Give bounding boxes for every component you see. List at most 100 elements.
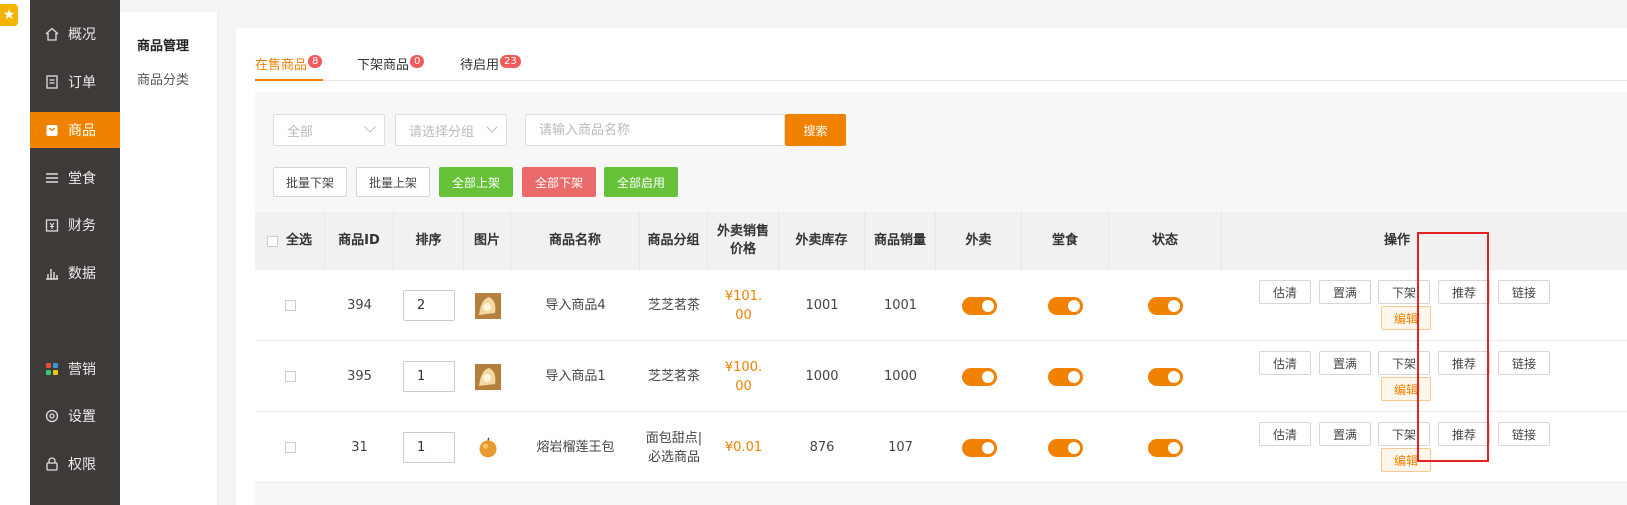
cell-price: ¥0.01 [708,412,779,483]
takeout-toggle[interactable] [961,438,997,457]
left-strip: ★ [0,0,30,505]
product-thumbnail [474,363,501,390]
sidebar-item-data[interactable]: 数据 [30,255,120,291]
sidebar-item-products[interactable]: 商品 [30,112,120,148]
off-shelf-button[interactable]: 下架 [1378,351,1430,375]
dine-in-toggle[interactable] [1048,296,1083,315]
tab-label: 下架商品 [357,58,410,73]
sidebar-item-orders[interactable]: 订单 [30,64,120,100]
sort-input[interactable]: 1 [403,361,455,392]
all-enable-button[interactable]: 全部启用 [604,167,678,197]
table-row: 31 1 熔岩榴莲王包 面包甜点| 必选商品 ¥0.01 876 107 估清 置满 下架 推荐 链接编… [255,412,1627,483]
off-shelf-button[interactable]: 下架 [1378,422,1430,446]
cell-name: 导入商品1 [511,341,640,412]
tab-off-shelf[interactable]: 下架商品 0 [357,48,427,81]
sidebar-item-label: 概况 [68,27,96,43]
group-select[interactable]: 请选择分组 [395,114,507,146]
header-id: 商品ID [325,212,394,270]
sold-out-button[interactable]: 估清 [1259,422,1311,446]
cell-name: 导入商品4 [511,270,640,341]
cell-id: 395 [325,341,394,412]
sidebar-item-label: 订单 [68,75,96,91]
status-toggle[interactable] [1148,296,1183,315]
link-button[interactable]: 链接 [1498,280,1550,304]
bar-chart-icon [44,265,60,281]
select-all-checkbox[interactable] [266,235,278,247]
cell-sales: 1001 [865,270,936,341]
edit-button[interactable]: 编辑 [1381,306,1431,330]
sidebar-item-overview[interactable]: 概况 [30,16,120,52]
home-icon [44,26,60,42]
select-value: 全部 [287,124,314,140]
status-select[interactable]: 全部 [273,114,385,146]
cell-price: ¥100. 00 [708,341,779,412]
sold-out-button[interactable]: 估清 [1259,280,1311,304]
group-line: 芝芝茗茶 [647,369,700,384]
link-button[interactable]: 链接 [1498,422,1550,446]
cell-sort: 1 [394,412,464,483]
star-icon[interactable]: ★ [0,4,18,26]
search-input[interactable] [525,114,785,146]
edit-button[interactable]: 编辑 [1381,377,1431,401]
header-sales: 商品销量 [865,212,936,270]
product-panel: 全部 请选择分组 搜索 批量下架 批量上架 全部上架 全部下架 全部启用 全选 [255,92,1627,505]
row-checkbox[interactable] [284,300,296,311]
sidebar-item-settings[interactable]: 设置 [30,398,120,434]
table-row: 394 2 导入商品4 芝芝茗茶 ¥101. 00 1001 1001 估清 置满 下架 推荐 链接 编辑 [255,270,1627,341]
recommend-button[interactable]: 推荐 [1438,422,1490,446]
link-button[interactable]: 链接 [1498,351,1550,375]
header-sort: 排序 [394,212,464,270]
sidebar-item-dine-in[interactable]: 堂食 [30,160,120,196]
price-line: ¥101. [724,288,763,304]
batch-on-shelf-button[interactable]: 批量上架 [356,167,430,197]
chevron-down-icon [364,121,376,133]
cell-image [464,412,511,483]
refill-button[interactable]: 置满 [1319,351,1371,375]
cell-dine-in [1022,412,1109,483]
product-thumbnail [474,292,501,319]
recommend-button[interactable]: 推荐 [1438,351,1490,375]
sort-input[interactable]: 2 [403,290,455,321]
dine-in-toggle[interactable] [1048,438,1083,457]
header-takeout: 外卖 [936,212,1022,270]
header-label: 外卖销售 [716,224,769,239]
sort-input[interactable]: 1 [403,432,455,463]
recommend-button[interactable]: 推荐 [1438,280,1490,304]
price-line: ¥100. [724,359,763,375]
sidebar-item-label: 堂食 [68,171,96,187]
tab-pending[interactable]: 待启用 23 [460,48,528,81]
group-line: 必选商品 [647,449,700,465]
batch-off-shelf-button[interactable]: 批量下架 [273,167,347,197]
cell-stock: 1000 [779,341,865,412]
edit-button[interactable]: 编辑 [1381,448,1431,472]
cell-sales: 1000 [865,341,936,412]
takeout-toggle[interactable] [961,367,997,386]
cell-status [1109,270,1222,341]
search-button[interactable]: 搜索 [785,114,846,146]
tab-on-sale[interactable]: 在售商品 8 [255,48,323,81]
refill-button[interactable]: 置满 [1319,422,1371,446]
cell-status [1109,341,1222,412]
cell-dine-in [1022,270,1109,341]
sidebar-item-marketing[interactable]: 营销 [30,351,120,387]
subnav-item-categories[interactable]: 商品分类 [137,69,189,88]
row-checkbox[interactable] [284,371,296,382]
sold-out-button[interactable]: 估清 [1259,351,1311,375]
sidebar-item-finance[interactable]: 财务 [30,207,120,243]
refill-button[interactable]: 置满 [1319,280,1371,304]
status-toggle[interactable] [1148,438,1183,457]
all-off-shelf-button[interactable]: 全部下架 [522,167,596,197]
off-shelf-button[interactable]: 下架 [1378,280,1430,304]
takeout-toggle[interactable] [961,296,997,315]
product-name: 导入商品1 [545,369,606,384]
cell-select [255,341,325,412]
cell-sort: 1 [394,341,464,412]
status-toggle[interactable] [1148,367,1183,386]
row-checkbox[interactable] [284,442,296,453]
tab-label: 在售商品 [255,58,308,73]
all-on-shelf-button[interactable]: 全部上架 [439,167,513,197]
header-select-all[interactable]: 全选 [255,212,325,270]
cell-group: 芝芝茗茶 [640,270,708,341]
dine-in-toggle[interactable] [1048,367,1083,386]
sidebar-item-permissions[interactable]: 权限 [30,446,120,482]
